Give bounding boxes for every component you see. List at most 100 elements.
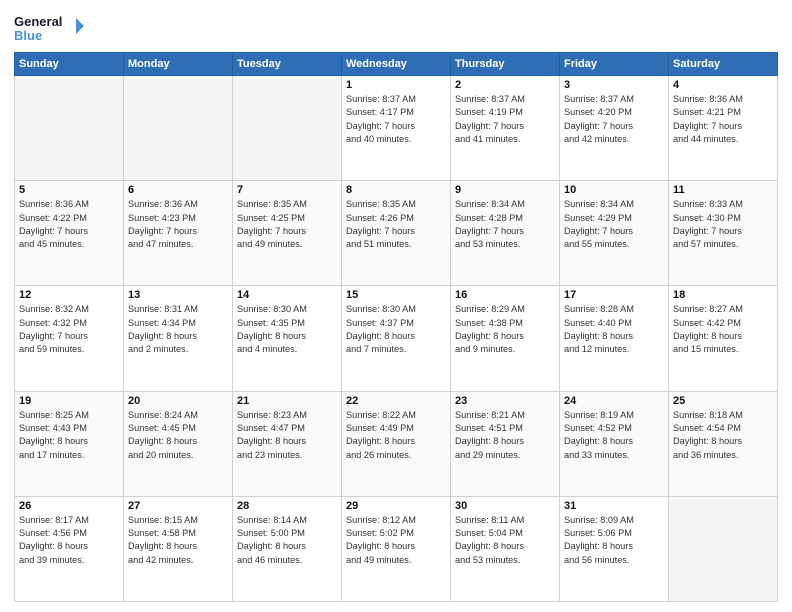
calendar-table: SundayMondayTuesdayWednesdayThursdayFrid… [14,52,778,602]
day-detail: Sunrise: 8:36 AM Sunset: 4:23 PM Dayligh… [128,198,228,251]
day-detail: Sunrise: 8:34 AM Sunset: 4:29 PM Dayligh… [564,198,664,251]
calendar-cell: 29Sunrise: 8:12 AM Sunset: 5:02 PM Dayli… [342,496,451,601]
logo-svg: General Blue [14,10,84,46]
day-number: 25 [673,395,773,407]
calendar-cell [233,76,342,181]
weekday-header-friday: Friday [560,53,669,76]
day-detail: Sunrise: 8:31 AM Sunset: 4:34 PM Dayligh… [128,303,228,356]
day-detail: Sunrise: 8:09 AM Sunset: 5:06 PM Dayligh… [564,514,664,567]
day-number: 17 [564,289,664,301]
day-detail: Sunrise: 8:15 AM Sunset: 4:58 PM Dayligh… [128,514,228,567]
day-number: 14 [237,289,337,301]
day-number: 22 [346,395,446,407]
calendar-cell: 24 Sunrise: 8:19 AM Sunset: 4:52 PM Dayli… [560,391,669,496]
calendar-cell: 15 Sunrise: 8:30 AM Sunset: 4:37 PM Dayli… [342,286,451,391]
day-number: 8 [346,184,446,196]
calendar-cell: 20 Sunrise: 8:24 AM Sunset: 4:45 PM Dayli… [124,391,233,496]
calendar-cell: 12 Sunrise: 8:32 AM Sunset: 4:32 PM Dayli… [15,286,124,391]
svg-text:General: General [14,14,62,29]
day-number: 23 [455,395,555,407]
calendar-week-1: 1 Sunrise: 8:37 AM Sunset: 4:17 PM Daylig… [15,76,778,181]
day-detail: Sunrise: 8:11 AM Sunset: 5:04 PM Dayligh… [455,514,555,567]
day-detail: Sunrise: 8:36 AM Sunset: 4:21 PM Dayligh… [673,93,773,146]
calendar-cell: 16Sunrise: 8:29 AM Sunset: 4:38 PM Dayli… [451,286,560,391]
calendar-cell: 27 Sunrise: 8:15 AM Sunset: 4:58 PM Dayli… [124,496,233,601]
calendar-cell: 2 Sunrise: 8:37 AM Sunset: 4:19 PM Daylig… [451,76,560,181]
day-detail: Sunrise: 8:25 AM Sunset: 4:43 PM Dayligh… [19,409,119,462]
logo: General Blue [14,10,84,46]
weekday-header-row: SundayMondayTuesdayWednesdayThursdayFrid… [15,53,778,76]
day-number: 20 [128,395,228,407]
day-number: 1 [346,79,446,91]
day-number: 7 [237,184,337,196]
weekday-header-monday: Monday [124,53,233,76]
calendar-cell [669,496,778,601]
day-detail: Sunrise: 8:29 AM Sunset: 4:38 PM Dayligh… [455,303,555,356]
calendar-cell: 26Sunrise: 8:17 AM Sunset: 4:56 PM Dayli… [15,496,124,601]
day-detail: Sunrise: 8:14 AM Sunset: 5:00 PM Dayligh… [237,514,337,567]
day-number: 4 [673,79,773,91]
day-detail: Sunrise: 8:37 AM Sunset: 4:20 PM Dayligh… [564,93,664,146]
day-detail: Sunrise: 8:23 AM Sunset: 4:47 PM Dayligh… [237,409,337,462]
calendar-week-4: 19Sunrise: 8:25 AM Sunset: 4:43 PM Dayli… [15,391,778,496]
day-detail: Sunrise: 8:37 AM Sunset: 4:19 PM Dayligh… [455,93,555,146]
day-detail: Sunrise: 8:27 AM Sunset: 4:42 PM Dayligh… [673,303,773,356]
calendar-cell [124,76,233,181]
day-number: 28 [237,500,337,512]
page: General Blue SundayMondayTuesdayWednesda… [0,0,792,612]
day-number: 15 [346,289,446,301]
calendar-cell: 1 Sunrise: 8:37 AM Sunset: 4:17 PM Daylig… [342,76,451,181]
weekday-header-saturday: Saturday [669,53,778,76]
day-detail: Sunrise: 8:30 AM Sunset: 4:37 PM Dayligh… [346,303,446,356]
day-number: 30 [455,500,555,512]
calendar-cell: 5Sunrise: 8:36 AM Sunset: 4:22 PM Daylig… [15,181,124,286]
weekday-header-sunday: Sunday [15,53,124,76]
day-number: 24 [564,395,664,407]
day-detail: Sunrise: 8:19 AM Sunset: 4:52 PM Dayligh… [564,409,664,462]
day-detail: Sunrise: 8:32 AM Sunset: 4:32 PM Dayligh… [19,303,119,356]
svg-text:Blue: Blue [14,28,42,43]
day-detail: Sunrise: 8:37 AM Sunset: 4:17 PM Dayligh… [346,93,446,146]
day-detail: Sunrise: 8:30 AM Sunset: 4:35 PM Dayligh… [237,303,337,356]
day-detail: Sunrise: 8:35 AM Sunset: 4:25 PM Dayligh… [237,198,337,251]
calendar-cell: 3 Sunrise: 8:37 AM Sunset: 4:20 PM Daylig… [560,76,669,181]
calendar-cell: 11 Sunrise: 8:33 AM Sunset: 4:30 PM Dayli… [669,181,778,286]
calendar-cell: 6Sunrise: 8:36 AM Sunset: 4:23 PM Daylig… [124,181,233,286]
calendar-week-2: 5Sunrise: 8:36 AM Sunset: 4:22 PM Daylig… [15,181,778,286]
day-number: 11 [673,184,773,196]
header: General Blue [14,10,778,46]
calendar-cell [15,76,124,181]
day-detail: Sunrise: 8:22 AM Sunset: 4:49 PM Dayligh… [346,409,446,462]
calendar-cell: 14 Sunrise: 8:30 AM Sunset: 4:35 PM Dayli… [233,286,342,391]
day-detail: Sunrise: 8:33 AM Sunset: 4:30 PM Dayligh… [673,198,773,251]
day-number: 2 [455,79,555,91]
calendar-cell: 9Sunrise: 8:34 AM Sunset: 4:28 PM Daylig… [451,181,560,286]
day-detail: Sunrise: 8:18 AM Sunset: 4:54 PM Dayligh… [673,409,773,462]
calendar-cell: 25 Sunrise: 8:18 AM Sunset: 4:54 PM Dayli… [669,391,778,496]
day-detail: Sunrise: 8:36 AM Sunset: 4:22 PM Dayligh… [19,198,119,251]
day-number: 21 [237,395,337,407]
calendar-cell: 28 Sunrise: 8:14 AM Sunset: 5:00 PM Dayli… [233,496,342,601]
calendar-cell: 4 Sunrise: 8:36 AM Sunset: 4:21 PM Daylig… [669,76,778,181]
day-detail: Sunrise: 8:35 AM Sunset: 4:26 PM Dayligh… [346,198,446,251]
calendar-cell: 13Sunrise: 8:31 AM Sunset: 4:34 PM Dayli… [124,286,233,391]
day-detail: Sunrise: 8:24 AM Sunset: 4:45 PM Dayligh… [128,409,228,462]
day-number: 9 [455,184,555,196]
day-number: 12 [19,289,119,301]
day-detail: Sunrise: 8:28 AM Sunset: 4:40 PM Dayligh… [564,303,664,356]
calendar-week-5: 26Sunrise: 8:17 AM Sunset: 4:56 PM Dayli… [15,496,778,601]
calendar-cell: 18 Sunrise: 8:27 AM Sunset: 4:42 PM Dayli… [669,286,778,391]
calendar-week-3: 12 Sunrise: 8:32 AM Sunset: 4:32 PM Dayli… [15,286,778,391]
calendar-cell: 22 Sunrise: 8:22 AM Sunset: 4:49 PM Dayli… [342,391,451,496]
calendar-cell: 21 Sunrise: 8:23 AM Sunset: 4:47 PM Dayli… [233,391,342,496]
calendar-cell: 23Sunrise: 8:21 AM Sunset: 4:51 PM Dayli… [451,391,560,496]
day-number: 26 [19,500,119,512]
day-number: 27 [128,500,228,512]
day-number: 29 [346,500,446,512]
calendar-cell: 30 Sunrise: 8:11 AM Sunset: 5:04 PM Dayli… [451,496,560,601]
calendar-cell: 8 Sunrise: 8:35 AM Sunset: 4:26 PM Daylig… [342,181,451,286]
day-number: 3 [564,79,664,91]
day-number: 18 [673,289,773,301]
weekday-header-wednesday: Wednesday [342,53,451,76]
weekday-header-tuesday: Tuesday [233,53,342,76]
